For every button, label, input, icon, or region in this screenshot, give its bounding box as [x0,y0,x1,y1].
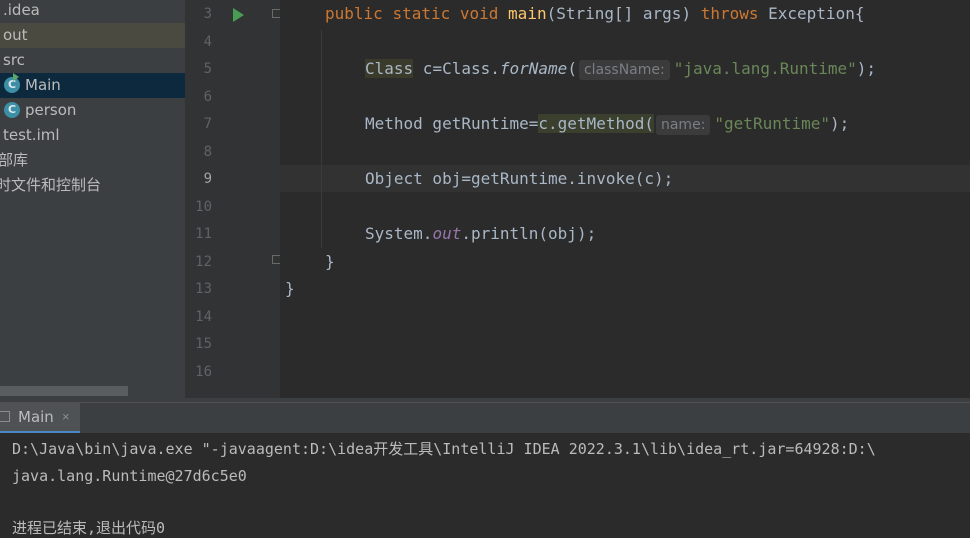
run-tab-main[interactable]: Main × [0,403,80,433]
line-number: 13 [195,281,212,297]
exception-type: Exception{ [758,4,865,23]
tree-item-test-iml[interactable]: test.iml [0,123,185,148]
declaration: Method getRuntime= [365,114,539,133]
statement-end: ); [856,59,877,78]
line-number: 12 [195,253,212,270]
tree-item-scratches[interactable]: 时文件和控制台 [0,173,185,198]
run-toolbar [0,403,970,433]
code-line-7: Method getRuntime=c.getMethod(name: "getR… [365,113,849,135]
line-number: 11 [195,226,212,242]
console-line: 进程已结束,退出代码0 [12,519,166,537]
tree-item-label: Main [25,76,61,94]
method-call: forName [499,59,568,78]
tree-item-label: src [3,51,25,69]
close-icon[interactable]: × [62,409,70,424]
horizontal-scrollbar[interactable] [0,386,128,396]
run-tab-label: Main [18,408,54,426]
string-literal: "java.lang.Runtime" [673,59,857,78]
keyword-static: static [392,4,451,23]
tree-item-external-libraries[interactable]: 部库 [0,148,185,173]
line-number: 7 [203,116,212,132]
parameter-hint: className: [578,60,670,80]
keyword-public: public [325,4,383,23]
string-literal: "getRuntime" [714,114,830,133]
tree-item-person[interactable]: C person [0,98,185,123]
project-tree: .idea out src C Main C person test.iml 部… [0,0,185,398]
console-line: java.lang.Runtime@27d6c5e0 [12,467,247,485]
system-class: System. [365,224,433,243]
line-number: 5 [203,61,212,77]
code-line-9: Object obj=getRuntime.invoke(c); [365,169,674,188]
run-badge-icon [13,73,19,81]
tree-item-src[interactable]: src [0,48,185,73]
class-icon: C [4,102,20,118]
tree-item-out[interactable]: out [0,23,185,48]
line-number: 14 [195,308,212,325]
code-line-12: } [325,252,335,271]
console-icon [0,411,10,422]
tree-item-label: person [25,101,77,119]
indent-guide [321,30,322,248]
line-number: 3 [203,6,212,22]
code-line-13: } [285,279,295,298]
code-line-11: System.out.println(obj); [365,223,596,245]
parameter-hint: name: [655,115,711,135]
paren: ( [567,59,577,78]
line-number: 8 [203,143,212,160]
code-line-5: Class c=Class.forName(className: "java.la… [365,58,876,80]
method-call: .println(obj); [461,224,597,243]
keyword-void: void [459,4,499,23]
tree-item-label: test.iml [3,126,60,144]
console-output[interactable]: D:\Java\bin\java.exe "-javaagent:D:\idea… [0,433,970,537]
line-number: 6 [203,88,212,105]
line-number: 4 [203,33,212,50]
method-call: c.getMethod( [538,114,654,133]
line-number: 16 [195,363,212,380]
statement-end: ); [830,114,850,133]
console-line: D:\Java\bin\java.exe "-javaagent:D:\idea… [12,440,876,458]
tree-item-label: .idea [3,1,40,19]
tree-item-label: 时文件和控制台 [0,176,102,194]
tree-item-main[interactable]: C Main [0,73,185,98]
keyword-throws: throws [700,4,759,23]
line-number: 15 [195,336,212,352]
line-number: 10 [195,198,212,215]
tree-item-label: out [3,26,28,44]
method-params: (String[] args) [546,4,701,23]
run-gutter-icon[interactable] [233,8,244,22]
tree-item-idea[interactable]: .idea [0,0,185,23]
tree-item-label: 部库 [0,151,29,169]
class-type: Class [365,59,414,78]
assignment: c=Class. [413,59,500,78]
line-number: 9 [203,171,212,187]
code-line-3: public static void main(String[] args) t… [325,3,864,25]
method-name: main [508,4,547,23]
static-field: out [432,224,462,243]
